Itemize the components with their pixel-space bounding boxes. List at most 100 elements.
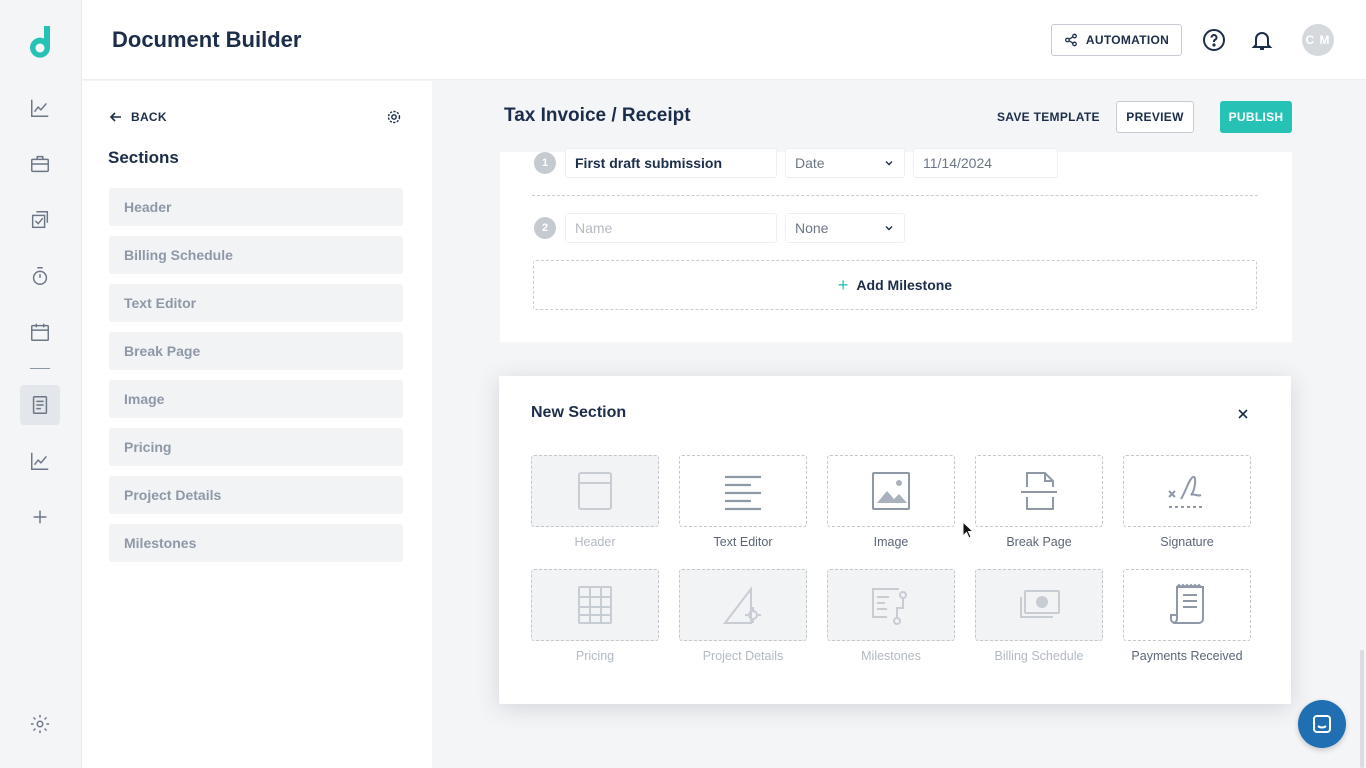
- rail-divider: [30, 368, 50, 369]
- chat-launcher-button[interactable]: [1298, 700, 1346, 748]
- plus-icon: [33, 510, 47, 524]
- add-milestone-button[interactable]: + Add Milestone: [533, 260, 1257, 310]
- section-item-text-editor[interactable]: Text Editor: [109, 284, 403, 322]
- add-milestone-label: Add Milestone: [856, 277, 953, 293]
- modal-title: New Section: [531, 404, 627, 421]
- tile-payments-received-label: Payments Received: [1131, 649, 1243, 663]
- tile-header[interactable]: [531, 455, 659, 527]
- user-avatar[interactable]: C M: [1302, 24, 1334, 56]
- arrow-left-icon: [109, 112, 121, 122]
- milestone-name-field[interactable]: First draft submission: [565, 148, 777, 178]
- tile-billing-schedule-label: Billing Schedule: [994, 649, 1084, 663]
- nav-projects[interactable]: [20, 144, 60, 184]
- close-icon[interactable]: [1235, 406, 1251, 422]
- sections-panel: BACK Sections Header Billing Schedule Te…: [82, 81, 432, 768]
- section-item-break-page[interactable]: Break Page: [109, 332, 403, 370]
- project-details-icon: [722, 586, 761, 624]
- milestone-type-value: None: [795, 220, 829, 236]
- tile-pricing-label: Pricing: [575, 649, 615, 663]
- preview-button[interactable]: PREVIEW: [1116, 101, 1194, 133]
- plus-icon: +: [837, 274, 849, 295]
- document-title: Tax Invoice / Receipt: [504, 105, 691, 126]
- nav-timer[interactable]: [20, 256, 60, 296]
- billing-icon: [1020, 590, 1060, 618]
- milestone-name-input[interactable]: Name: [565, 213, 777, 243]
- new-section-modal: New Section Header Text Editor Image Bre…: [499, 376, 1291, 704]
- image-icon: [872, 472, 910, 510]
- back-label: BACK: [131, 110, 167, 124]
- header-icon: [578, 472, 612, 510]
- help-icon[interactable]: [1202, 28, 1226, 52]
- nav-add[interactable]: [20, 497, 60, 537]
- share-nodes-icon: [1064, 33, 1077, 47]
- milestone-type-select[interactable]: None: [785, 213, 905, 243]
- pricing-grid-icon: [578, 586, 612, 624]
- chevron-down-icon: [885, 226, 893, 231]
- page-scrollbar[interactable]: [1360, 650, 1364, 768]
- nav-settings[interactable]: [20, 704, 60, 744]
- tile-billing-schedule[interactable]: [975, 569, 1103, 641]
- milestone-divider: [532, 195, 1258, 196]
- nav-reports[interactable]: [20, 441, 60, 481]
- milestones-icon: [872, 588, 907, 625]
- app-logo-icon[interactable]: [24, 24, 56, 58]
- section-item-billing-schedule[interactable]: Billing Schedule: [109, 236, 403, 274]
- section-item-milestones[interactable]: Milestones: [109, 524, 403, 562]
- milestones-card: [500, 152, 1292, 342]
- chat-icon: [1313, 715, 1331, 733]
- page-title: Document Builder: [112, 27, 302, 52]
- tile-payments-received[interactable]: [1123, 569, 1251, 641]
- calendar-icon: [31, 323, 49, 341]
- break-page-icon: [1021, 472, 1057, 510]
- nav-documents[interactable]: [20, 385, 60, 425]
- section-item-image[interactable]: Image: [109, 380, 403, 418]
- analytics-icon: [31, 99, 49, 117]
- milestone-type-select[interactable]: Date: [785, 148, 905, 178]
- tile-milestones-label: Milestones: [861, 649, 921, 663]
- section-item-pricing[interactable]: Pricing: [109, 428, 403, 466]
- milestone-number: 2: [534, 217, 556, 239]
- tile-project-details-label: Project Details: [702, 649, 784, 663]
- section-item-project-details[interactable]: Project Details: [109, 476, 403, 514]
- settings-icon: [30, 714, 50, 734]
- tile-milestones[interactable]: [827, 569, 955, 641]
- text-lines-icon: [725, 475, 761, 511]
- top-header: Document Builder AUTOMATION C M: [82, 0, 1366, 80]
- chevron-down-icon: [885, 161, 893, 166]
- tile-signature[interactable]: [1123, 455, 1251, 527]
- mouse-cursor-icon: [962, 521, 974, 539]
- milestone-number: 1: [534, 152, 556, 174]
- bell-icon[interactable]: [1250, 28, 1274, 52]
- nav-calendar[interactable]: [20, 312, 60, 352]
- automation-button[interactable]: AUTOMATION: [1051, 24, 1182, 56]
- tasks-icon: [31, 211, 49, 229]
- tile-header-label: Header: [574, 535, 616, 549]
- signature-icon: [1168, 475, 1205, 508]
- reports-icon: [31, 452, 49, 470]
- receipt-icon: [1170, 583, 1204, 624]
- tile-pricing[interactable]: [531, 569, 659, 641]
- automation-label: AUTOMATION: [1085, 33, 1170, 47]
- milestone-date-field[interactable]: 11/14/2024: [913, 148, 1058, 178]
- tile-image[interactable]: [827, 455, 955, 527]
- milestone-type-value: Date: [795, 155, 825, 171]
- sections-heading: Sections: [108, 148, 179, 167]
- document-icon: [32, 396, 48, 414]
- section-settings-icon[interactable]: [386, 109, 402, 125]
- save-template-button[interactable]: SAVE TEMPLATE: [997, 110, 1100, 124]
- section-item-header[interactable]: Header: [109, 188, 403, 226]
- timer-icon: [32, 267, 48, 285]
- nav-analytics[interactable]: [20, 88, 60, 128]
- publish-button[interactable]: PUBLISH: [1220, 101, 1292, 133]
- tile-signature-label: Signature: [1160, 535, 1214, 549]
- tile-text-editor-label: Text Editor: [713, 535, 773, 549]
- tile-image-label: Image: [873, 535, 909, 549]
- tile-text-editor[interactable]: [679, 455, 807, 527]
- icon-rail: [0, 0, 82, 768]
- tile-break-page-label: Break Page: [1006, 535, 1072, 549]
- tile-break-page[interactable]: [975, 455, 1103, 527]
- tile-project-details[interactable]: [679, 569, 807, 641]
- briefcase-icon: [31, 155, 49, 173]
- back-button[interactable]: BACK: [109, 110, 167, 124]
- nav-tasks[interactable]: [20, 200, 60, 240]
